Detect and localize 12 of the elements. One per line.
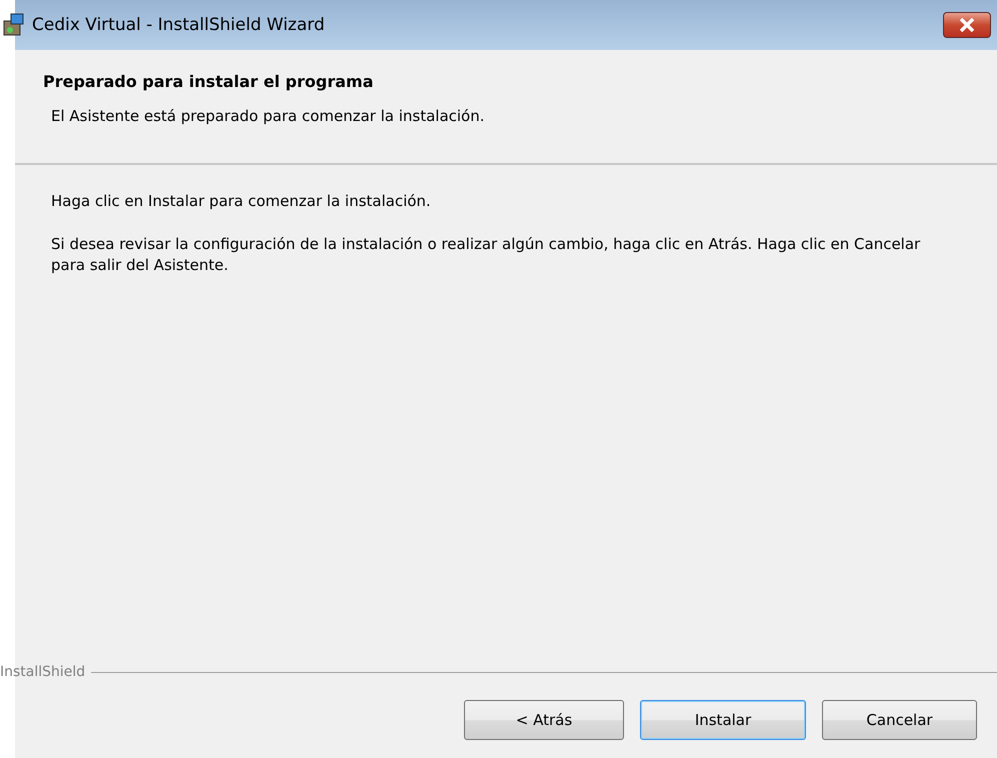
wizard-button[interactable]: < Atrás xyxy=(464,700,624,740)
installer-icon xyxy=(2,13,26,37)
wizard-button[interactable]: Instalar xyxy=(640,700,806,740)
instruction-text: Si desea revisar la configuración de la instalación o realizar algún cambio, haga clic en Atrás. Haga clic en Cancelar para salir del Asistente. xyxy=(51,234,922,276)
wizard-button[interactable]: Cancelar xyxy=(822,700,977,740)
close-button[interactable] xyxy=(943,12,991,38)
instruction-text: Haga clic en Instalar para comenzar la instalación. xyxy=(51,191,432,212)
page-subtitle: El Asistente está preparado para comenzar la instalación. xyxy=(50,107,486,125)
close-icon xyxy=(959,18,975,32)
brand-label: InstallShield xyxy=(0,664,86,680)
window-title: Cedix Virtual - InstallShield Wizard xyxy=(32,15,325,35)
page-heading: Preparado para instalar el programa xyxy=(43,72,374,91)
